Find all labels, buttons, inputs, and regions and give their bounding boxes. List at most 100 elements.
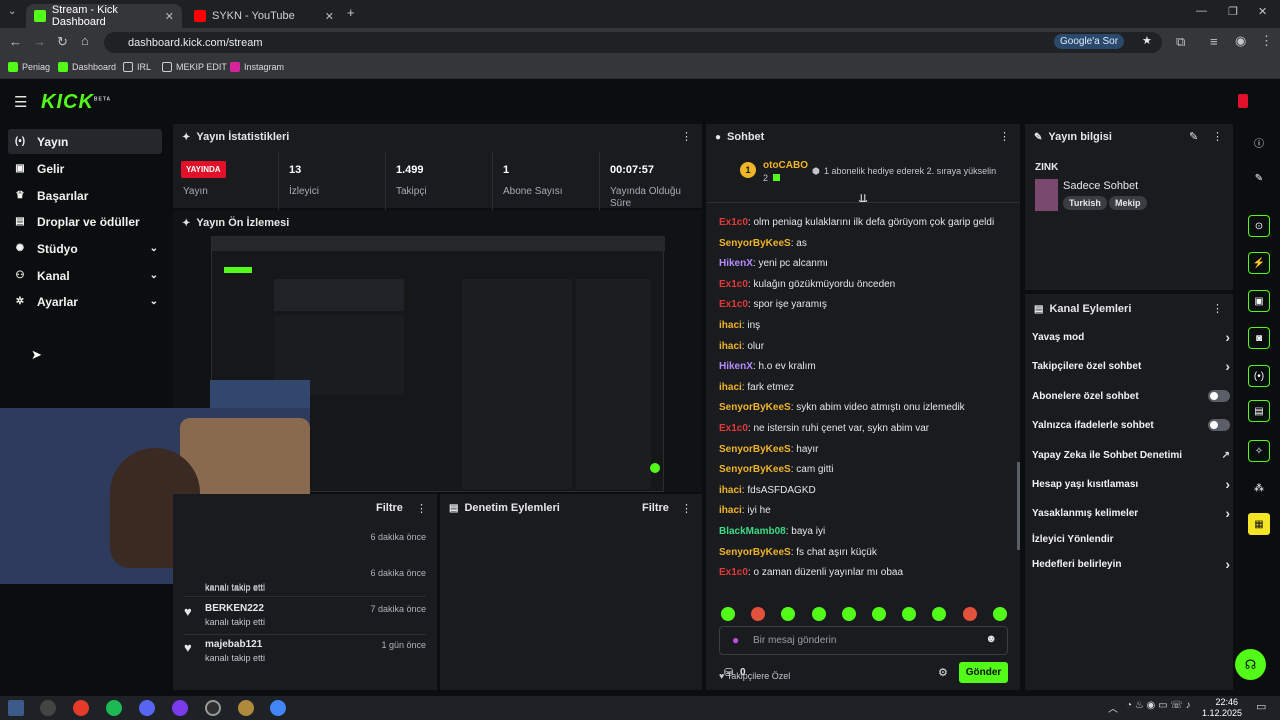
more-options-icon[interactable]: ⋮ <box>681 130 692 143</box>
chevron-right-icon[interactable]: › <box>1225 358 1230 374</box>
chat-username[interactable]: Ex1c0 <box>719 279 748 290</box>
lightning-icon[interactable]: ⚡ <box>1248 252 1270 274</box>
chat-username[interactable]: Ex1c0 <box>719 567 748 578</box>
emote-icon[interactable] <box>872 607 886 621</box>
sidebar-item-basarilar[interactable]: ♛ Başarılar <box>8 183 162 208</box>
filter-button[interactable]: Filtre <box>642 502 669 514</box>
obs-icon[interactable] <box>205 700 221 716</box>
chat-username[interactable]: SenyorByKeeS <box>719 402 791 413</box>
chat-username[interactable]: Ex1c0 <box>719 423 748 434</box>
bookmark-instagram[interactable]: Instagram <box>230 62 284 72</box>
chat-username[interactable]: ihaci <box>719 382 742 393</box>
nodes-icon[interactable]: ⁂ <box>1248 477 1270 499</box>
emote-icon[interactable] <box>811 607 826 621</box>
chat-message-input[interactable]: ● Bir mesaj gönderin ☻ <box>719 626 1008 655</box>
chat-username[interactable]: ihaci <box>719 485 742 496</box>
chevron-right-icon[interactable]: › <box>1225 505 1230 521</box>
emoji-icon[interactable]: ☻ <box>985 633 997 645</box>
channel-action-item[interactable]: Abonelere özel sohbet <box>1032 390 1230 402</box>
channel-action-item[interactable]: Yavaş mod › <box>1032 329 1230 345</box>
search-icon[interactable] <box>40 700 56 716</box>
league-icon[interactable] <box>238 700 254 716</box>
spotify-icon[interactable] <box>106 700 122 716</box>
channel-action-item[interactable]: Takipçilere özel sohbet › <box>1032 358 1230 374</box>
chevron-right-icon[interactable]: › <box>1225 556 1230 572</box>
clapper-icon[interactable]: ▦ <box>1248 513 1270 535</box>
tray-icons[interactable]: ◔ ♨ ◉ ▭ ☏ ♪ <box>1126 700 1191 711</box>
target-icon[interactable]: ⊙ <box>1248 215 1270 237</box>
emote-icon[interactable] <box>992 607 1007 621</box>
bookmark-mekip-edit[interactable]: MEKIP EDIT <box>162 62 227 72</box>
chat-username[interactable]: ihaci <box>719 341 742 352</box>
info-icon[interactable]: ⓘ <box>1248 131 1270 153</box>
chat-username[interactable]: HikenX <box>719 258 753 269</box>
pencil-icon[interactable]: ✎ <box>1248 167 1270 189</box>
channel-action-item[interactable]: İzleyici Yönlendir <box>1032 534 1230 545</box>
chat-username[interactable]: ihaci <box>719 505 742 516</box>
reload-icon[interactable]: ↻ <box>57 34 68 50</box>
edit-icon[interactable]: ✎ <box>1189 130 1198 143</box>
user-avatar[interactable] <box>1238 94 1248 108</box>
menu-icon[interactable]: ⋮ <box>1260 33 1273 49</box>
bookmark-dashboard[interactable]: Dashboard <box>58 62 116 72</box>
chat-username[interactable]: Ex1c0 <box>719 299 748 310</box>
notification-icon[interactable]: ▭ <box>1256 700 1266 713</box>
sidebar-item-ayarlar[interactable]: ✲ Ayarlar ⌄ <box>8 289 162 314</box>
scroll-down-icon[interactable]: ⇊ <box>858 192 868 206</box>
chevron-up-icon[interactable]: ︿ <box>1108 700 1118 715</box>
chat-settings-icon[interactable]: ⚙ <box>938 666 948 679</box>
chat-scrollbar[interactable] <box>1017 462 1020 550</box>
more-options-icon[interactable]: ⋮ <box>999 130 1010 143</box>
wrench-icon[interactable]: ✧ <box>1248 440 1270 462</box>
home-icon[interactable]: ⌂ <box>81 33 89 48</box>
send-button[interactable]: Gönder <box>959 662 1008 683</box>
pinned-user[interactable]: otoCABO <box>763 160 808 171</box>
new-tab-icon[interactable]: + <box>347 5 355 20</box>
more-options-icon[interactable]: ⋮ <box>681 502 692 515</box>
chat-username[interactable]: ihaci <box>719 320 742 331</box>
toggle-switch[interactable] <box>1208 419 1230 431</box>
hamburger-menu-icon[interactable]: ☰ <box>14 93 27 111</box>
back-icon[interactable]: ← <box>9 34 22 49</box>
channel-action-item[interactable]: Yapay Zeka ile Sohbet Denetimi ↗ <box>1032 450 1230 461</box>
sidebar-item-gelir[interactable]: ▣ Gelir <box>8 156 162 181</box>
chrome-icon[interactable] <box>270 700 286 716</box>
app-icon[interactable] <box>172 700 188 716</box>
sidebar-item-yayin[interactable]: (•) Yayın <box>8 129 162 154</box>
bookmark-peniag[interactable]: Peniag <box>8 62 50 72</box>
close-window-icon[interactable]: ✕ <box>1258 5 1267 18</box>
sidebar-item-studyo[interactable]: ✺ Stüdyo ⌄ <box>8 236 162 261</box>
emote-icon[interactable] <box>721 607 735 621</box>
maximize-icon[interactable]: ❐ <box>1228 5 1238 18</box>
channel-action-item[interactable]: Hesap yaşı kısıtlaması › <box>1032 476 1230 492</box>
channel-action-item[interactable]: Yasaklanmış kelimeler › <box>1032 505 1230 521</box>
layout-icon[interactable]: ▤ <box>1248 400 1270 422</box>
toggle-switch[interactable] <box>1208 390 1230 402</box>
profile-icon[interactable]: ◉ <box>1235 33 1246 49</box>
bookmark-star-icon[interactable]: ★ <box>1142 34 1152 47</box>
sidebar-item-kanal[interactable]: ⚇ Kanal ⌄ <box>8 263 162 288</box>
bookmark-irl[interactable]: IRL <box>123 62 151 72</box>
minimize-icon[interactable]: — <box>1196 5 1207 17</box>
emote-icon[interactable] <box>962 607 977 621</box>
clipboard-icon[interactable]: ▣ <box>1248 290 1270 312</box>
clock-date[interactable]: 1.12.2025 <box>1202 708 1242 718</box>
stream-category[interactable]: ZINK <box>1035 162 1058 173</box>
chat-bubble-icon[interactable]: ◙ <box>1248 327 1270 349</box>
tag-badge[interactable]: Mekip <box>1109 196 1147 210</box>
forward-icon[interactable]: → <box>33 34 46 49</box>
chat-username[interactable]: BlackMamb08 <box>719 526 786 537</box>
taskbar-app-icon[interactable] <box>8 700 24 716</box>
tag-badge[interactable]: Turkish <box>1063 196 1107 210</box>
points-icon[interactable]: ⛁ <box>724 666 733 679</box>
channel-action-item[interactable]: Hedefleri belirleyin › <box>1032 556 1230 572</box>
activity-user[interactable]: majebab121 <box>205 639 262 650</box>
chat-username[interactable]: SenyorByKeeS <box>719 444 791 455</box>
filter-button[interactable]: Filtre <box>376 502 403 514</box>
extensions-icon[interactable]: ⧉ <box>1176 34 1185 50</box>
support-headset-icon[interactable]: ☊ <box>1235 649 1266 680</box>
activity-user[interactable]: BERKEN222 <box>205 603 264 614</box>
close-icon[interactable]: ✕ <box>325 10 334 23</box>
google-ask-button[interactable]: Google'a Sor <box>1054 34 1125 49</box>
more-options-icon[interactable]: ⋮ <box>1212 302 1223 315</box>
